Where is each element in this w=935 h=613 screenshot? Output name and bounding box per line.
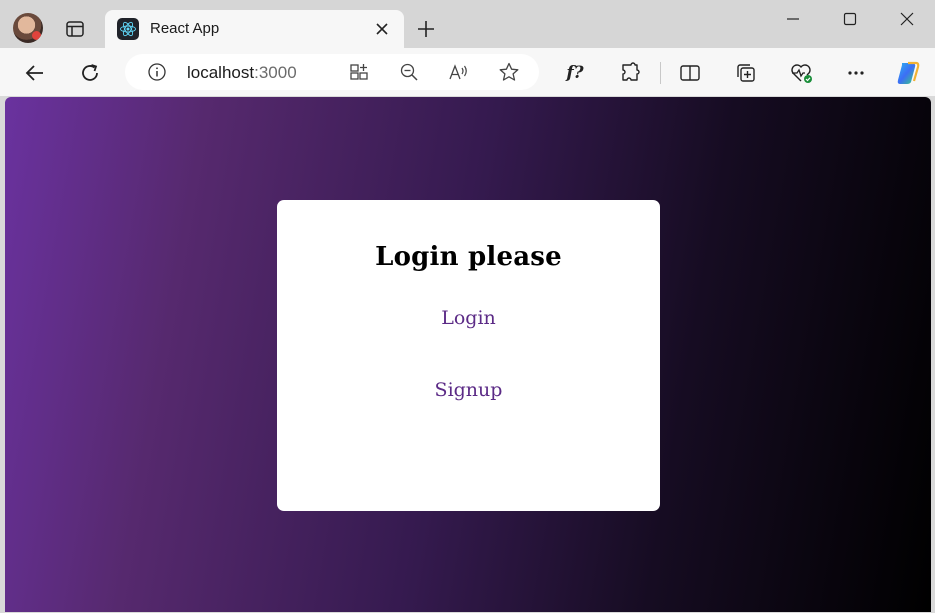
login-card: Login please Login Signup xyxy=(277,200,660,511)
arrow-left-icon[interactable] xyxy=(21,59,49,87)
star-icon[interactable] xyxy=(495,58,523,86)
browser-tab-strip: React App xyxy=(0,0,935,48)
url-text: localhost:3000 xyxy=(187,63,297,83)
url-port: :3000 xyxy=(254,63,297,82)
address-bar[interactable]: localhost:3000 xyxy=(125,54,539,90)
puzzle-icon[interactable] xyxy=(616,59,644,87)
heart-pulse-icon[interactable] xyxy=(787,59,815,87)
copilot-icon[interactable] xyxy=(894,59,922,87)
tab-react-app[interactable]: React App xyxy=(105,10,404,48)
browser-toolbar: localhost:3000 f? xyxy=(0,48,935,96)
read-aloud-icon[interactable] xyxy=(445,58,473,86)
refresh-icon[interactable] xyxy=(76,59,104,87)
tab-actions-icon[interactable] xyxy=(62,16,88,42)
info-icon[interactable] xyxy=(143,58,171,86)
more-icon[interactable] xyxy=(842,59,870,87)
zoom-out-icon[interactable] xyxy=(395,58,423,86)
profile-avatar[interactable] xyxy=(13,13,43,43)
formula-icon[interactable]: f? xyxy=(561,59,589,87)
profile-status-dot xyxy=(32,31,41,40)
login-link[interactable]: Login xyxy=(277,307,660,329)
close-tab-icon[interactable] xyxy=(373,20,391,38)
minimize-icon[interactable] xyxy=(775,8,811,30)
page-title: Login please xyxy=(375,242,562,272)
split-screen-icon[interactable] xyxy=(345,58,373,86)
url-host: localhost xyxy=(187,63,255,82)
signup-link[interactable]: Signup xyxy=(277,379,660,401)
split-window-icon[interactable] xyxy=(676,59,704,87)
toolbar-divider xyxy=(660,62,661,84)
maximize-icon[interactable] xyxy=(832,8,868,30)
tab-title: React App xyxy=(150,20,220,37)
react-icon xyxy=(117,18,139,40)
page-viewport: Login please Login Signup xyxy=(5,97,931,612)
collections-icon[interactable] xyxy=(732,59,760,87)
new-tab-icon[interactable] xyxy=(413,16,439,42)
close-window-icon[interactable] xyxy=(889,8,925,30)
